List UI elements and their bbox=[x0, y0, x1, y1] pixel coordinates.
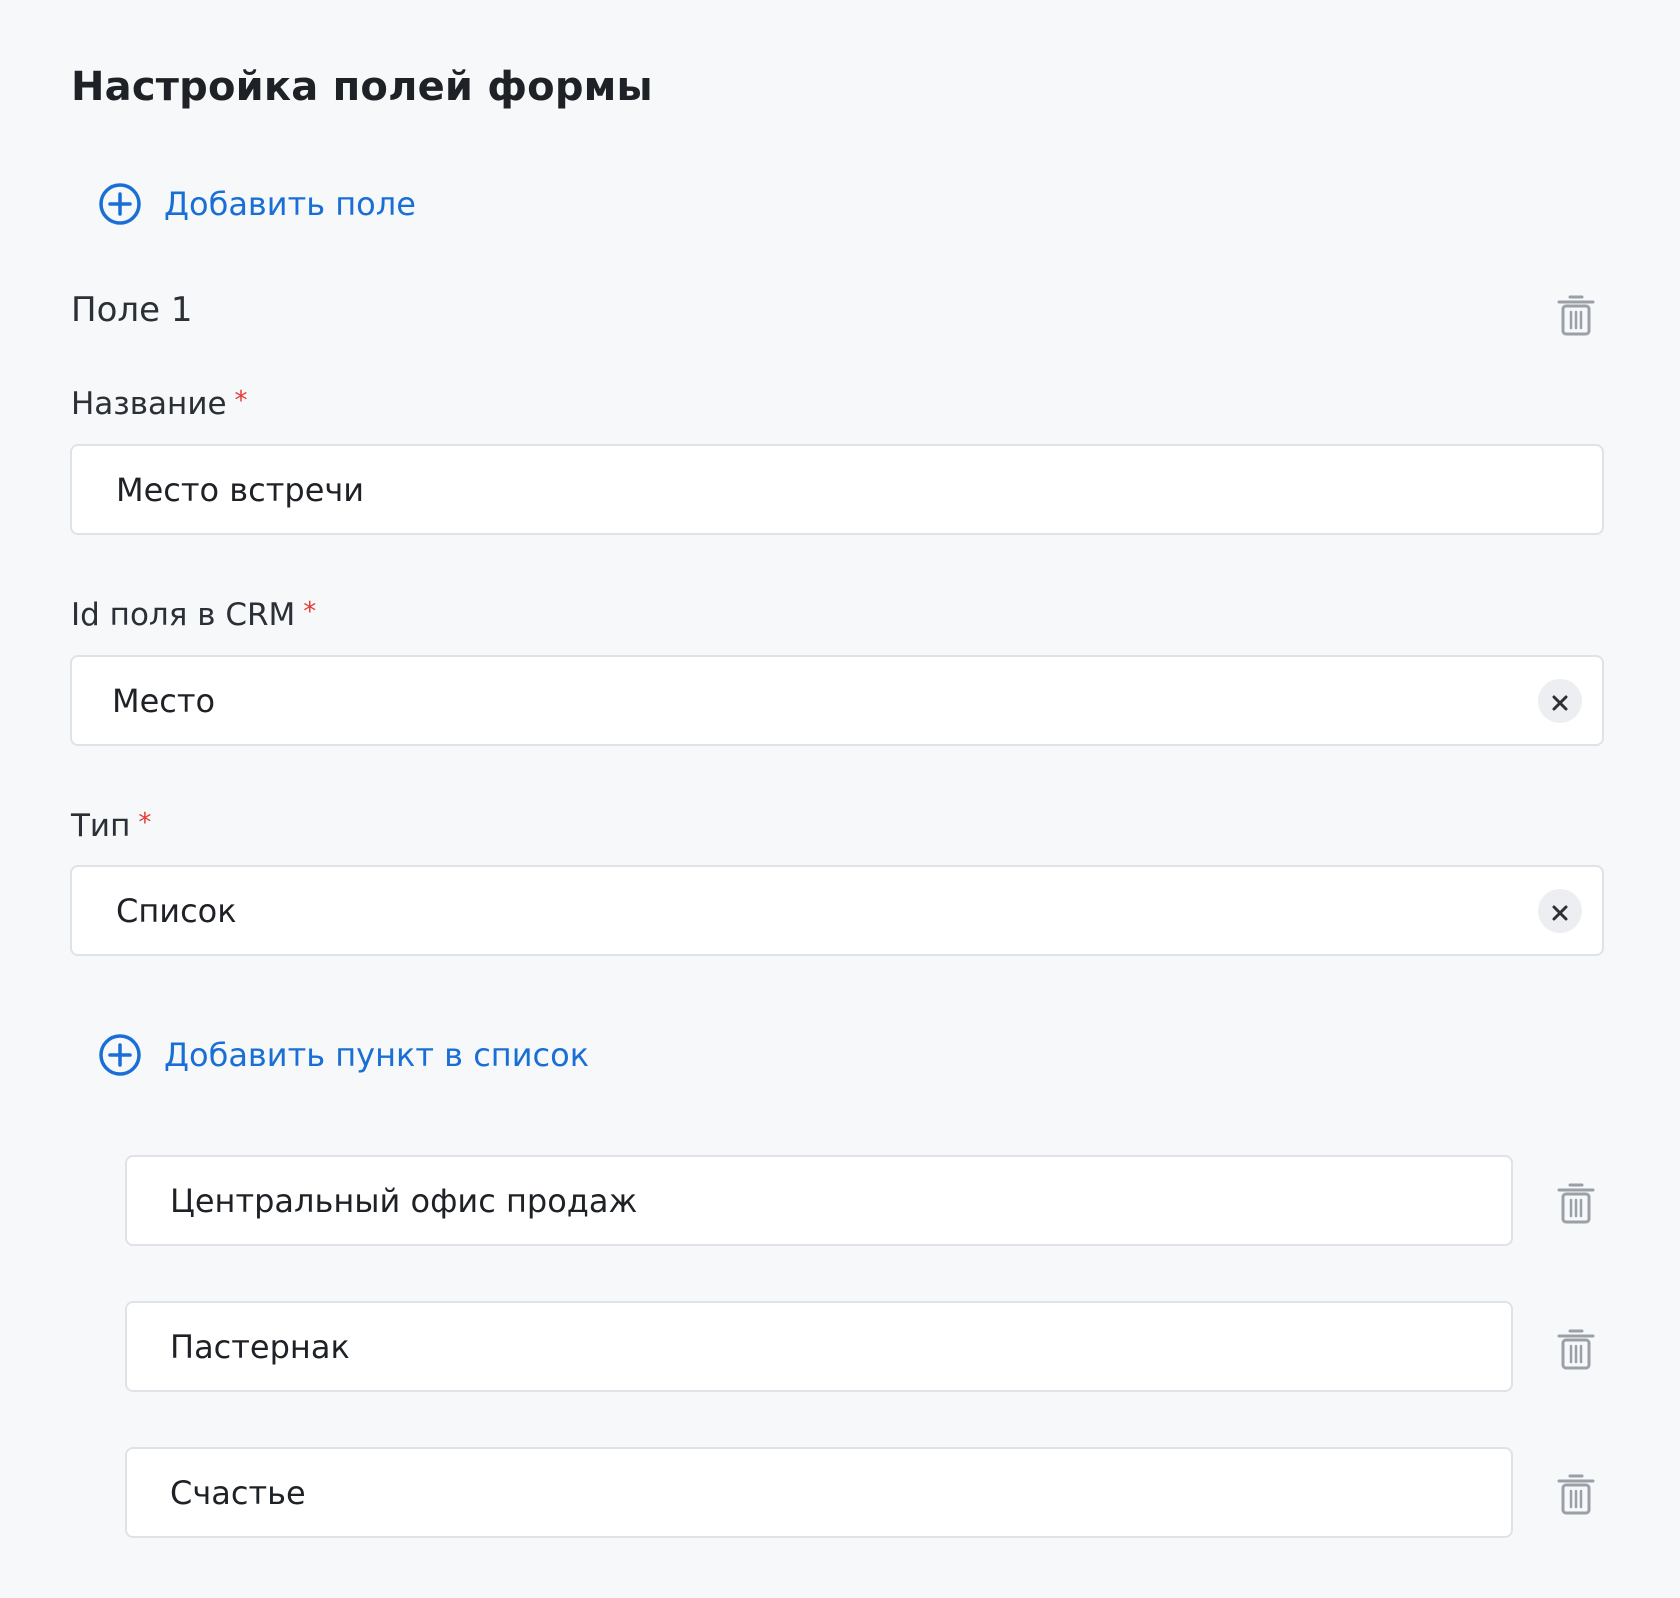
add-list-item-label: Добавить пункт в список bbox=[164, 1036, 590, 1074]
crm-id-label: Id поля в CRM * bbox=[71, 597, 316, 633]
delete-field-button[interactable] bbox=[1556, 292, 1596, 338]
page-title: Настройка полей формы bbox=[71, 64, 653, 110]
crm-id-select-value: Место bbox=[112, 681, 216, 720]
add-list-item-button[interactable]: Добавить пункт в список bbox=[98, 1033, 589, 1077]
close-icon bbox=[1551, 892, 1569, 930]
trash-icon bbox=[1556, 1329, 1596, 1376]
list-item-value: Пастернак bbox=[170, 1327, 350, 1366]
list-item-input[interactable]: Счастье bbox=[125, 1447, 1513, 1538]
crm-id-label-text: Id поля в CRM bbox=[71, 597, 296, 633]
type-select[interactable]: Список bbox=[70, 865, 1604, 956]
trash-icon bbox=[1556, 295, 1596, 342]
name-input[interactable]: Место встречи bbox=[70, 444, 1604, 535]
crm-id-clear-button[interactable] bbox=[1538, 678, 1582, 723]
list-item-value: Счастье bbox=[170, 1473, 306, 1512]
delete-list-item-button[interactable] bbox=[1556, 1471, 1596, 1517]
list-item-input[interactable]: Пастернак bbox=[125, 1301, 1513, 1392]
required-mark: * bbox=[138, 808, 152, 838]
name-label-text: Название bbox=[71, 386, 227, 422]
type-clear-button[interactable] bbox=[1538, 888, 1582, 933]
type-label: Тип * bbox=[71, 808, 151, 844]
type-select-value: Список bbox=[116, 891, 237, 930]
add-field-label: Добавить поле bbox=[164, 185, 416, 223]
required-mark: * bbox=[303, 597, 317, 627]
trash-icon bbox=[1556, 1474, 1596, 1521]
list-item-value: Центральный офис продаж bbox=[170, 1181, 638, 1220]
close-icon bbox=[1551, 682, 1569, 720]
plus-circle-icon bbox=[98, 1033, 142, 1077]
trash-icon bbox=[1556, 1183, 1596, 1230]
type-label-text: Тип bbox=[71, 808, 131, 844]
field-header: Поле 1 bbox=[71, 290, 193, 330]
delete-list-item-button[interactable] bbox=[1556, 1326, 1596, 1372]
plus-circle-icon bbox=[98, 182, 142, 226]
add-field-button[interactable]: Добавить поле bbox=[98, 182, 416, 226]
name-input-value: Место встречи bbox=[116, 470, 365, 509]
delete-list-item-button[interactable] bbox=[1556, 1180, 1596, 1226]
name-label: Название * bbox=[71, 386, 248, 422]
crm-id-select[interactable]: Место bbox=[70, 655, 1604, 746]
required-mark: * bbox=[234, 386, 248, 416]
list-item-input[interactable]: Центральный офис продаж bbox=[125, 1155, 1513, 1246]
